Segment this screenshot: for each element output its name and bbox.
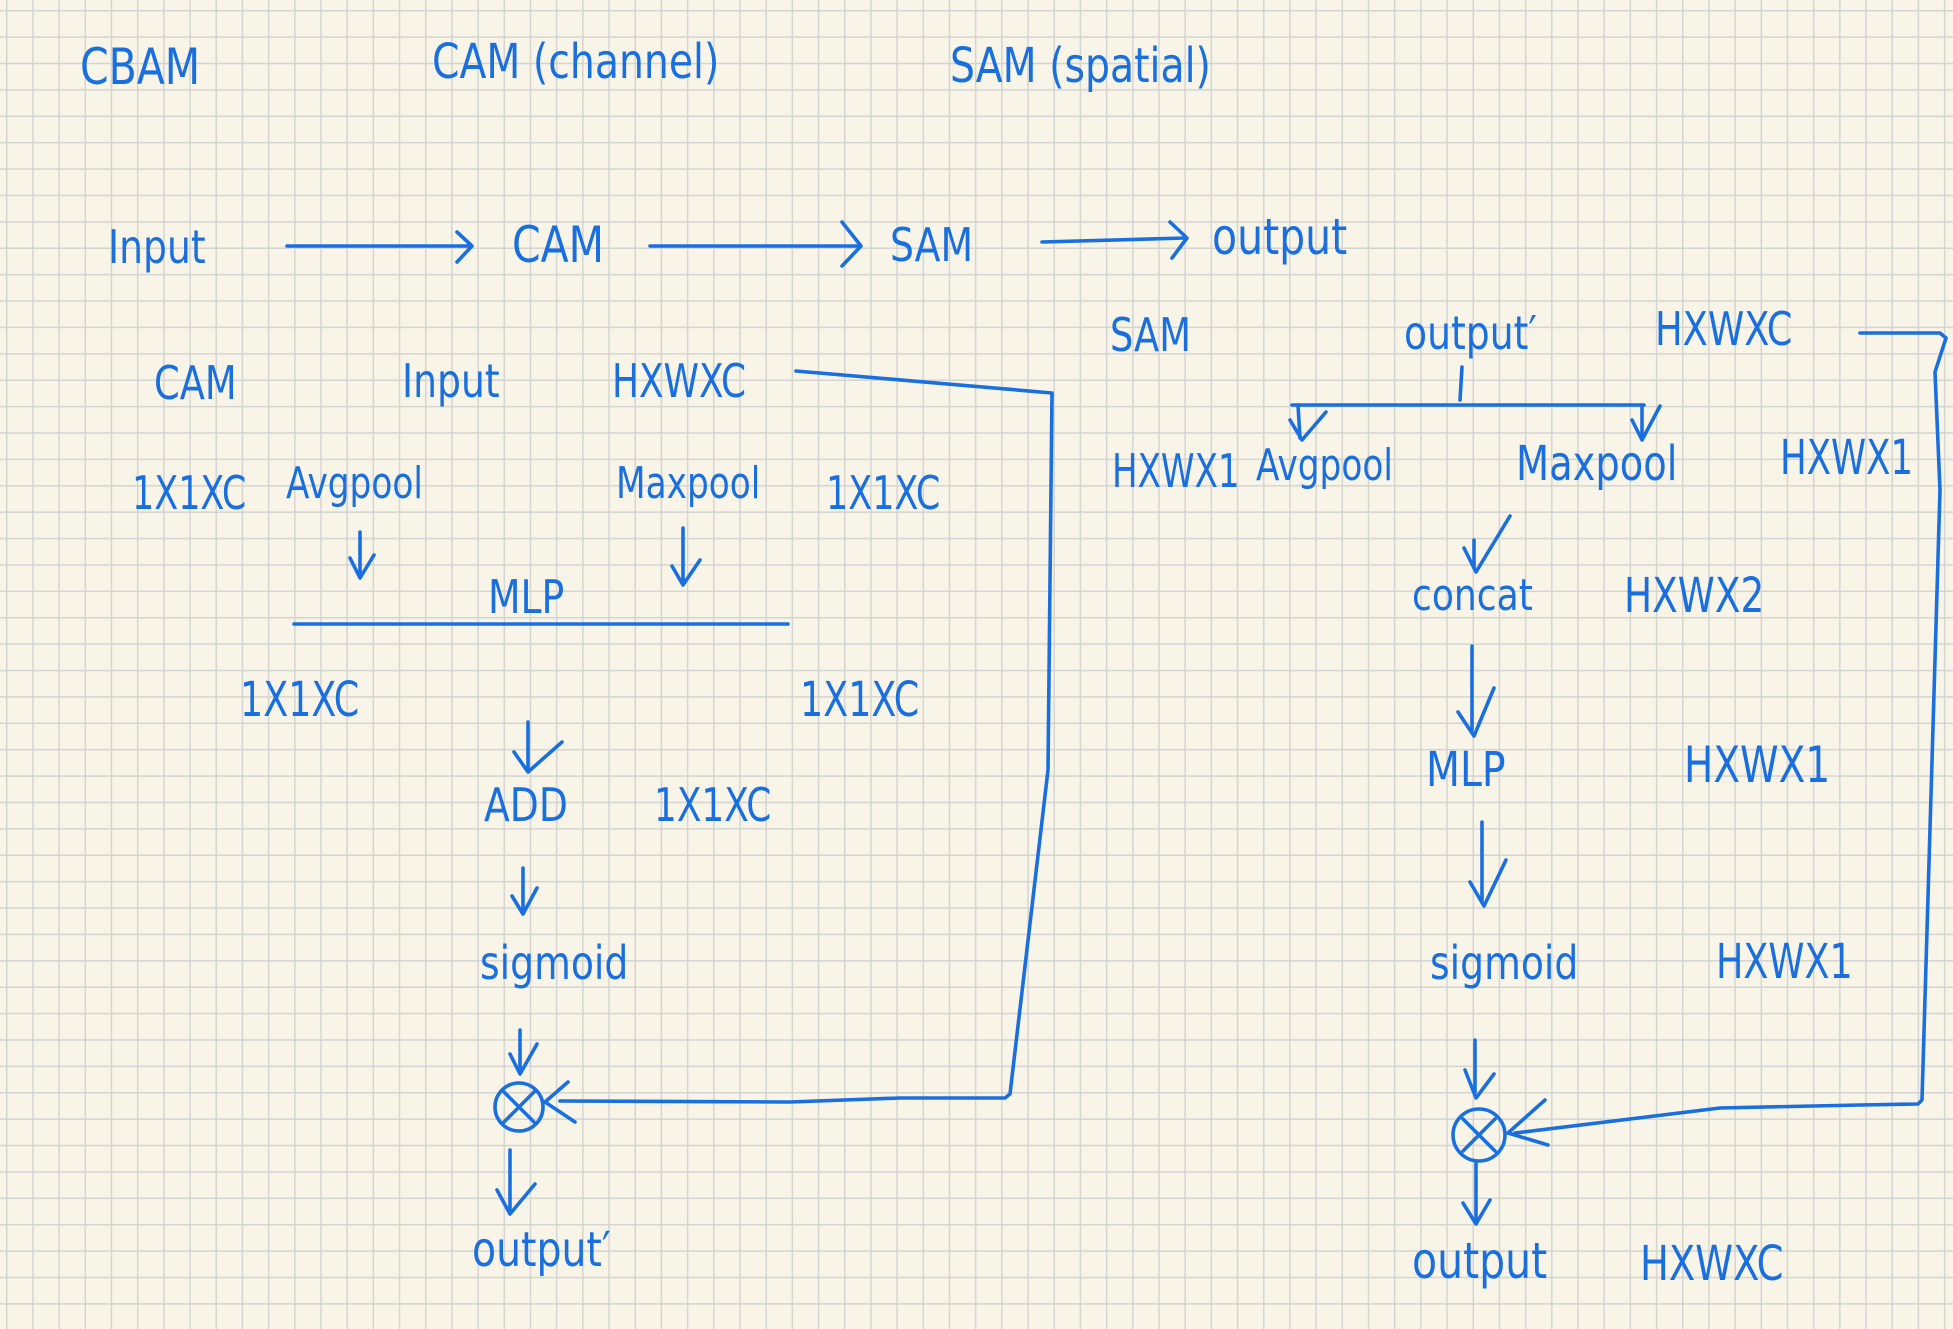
cam-output-label: output′ bbox=[472, 1222, 611, 1278]
cam-arrow-to-sigmoid bbox=[510, 866, 539, 916]
pipeline-cam-label: CAM bbox=[512, 216, 605, 274]
cam-arrow-to-add bbox=[512, 720, 564, 774]
sam-arrow-avgpool bbox=[1288, 403, 1328, 442]
cam-arrow-to-multiply bbox=[508, 1028, 539, 1076]
cam-maxpool-shape: 1X1XC bbox=[826, 466, 941, 520]
sam-output-shape: HXWXC bbox=[1640, 1236, 1784, 1292]
diagram-canvas bbox=[285, 220, 1948, 1226]
pipeline-arrow-cam-sam bbox=[648, 220, 863, 268]
sam-multiply-circle bbox=[1451, 1107, 1507, 1163]
sam-maxpool-shape: HXWX1 bbox=[1780, 430, 1914, 486]
sam-avgpool-label: Avgpool bbox=[1256, 440, 1393, 491]
pipeline-sam-label: SAM bbox=[890, 218, 973, 272]
cam-mlp-out-left-shape: 1X1XC bbox=[240, 672, 360, 728]
cam-mlp-label: MLP bbox=[488, 570, 565, 624]
cam-arrow-maxpool-down bbox=[670, 526, 702, 587]
sam-mlp-label: MLP bbox=[1426, 742, 1506, 798]
pipeline-arrow-input-cam bbox=[285, 230, 474, 264]
sam-maxpool-label: Maxpool bbox=[1516, 436, 1678, 492]
sam-arrow-to-output bbox=[1461, 1161, 1492, 1226]
cam-add-shape: 1X1XC bbox=[654, 778, 772, 832]
cam-multiply-circle bbox=[493, 1081, 545, 1133]
cam-mlp-out-right-shape: 1X1XC bbox=[800, 672, 920, 728]
pipeline-input-label: Input bbox=[108, 220, 206, 274]
cam-block-title: CAM bbox=[154, 356, 237, 410]
sam-output-label: output bbox=[1412, 1232, 1548, 1290]
pipeline-output-label: output bbox=[1212, 208, 1348, 266]
sam-input-label: output′ bbox=[1404, 306, 1537, 360]
cam-maxpool-label: Maxpool bbox=[616, 458, 761, 509]
sam-residual-arrowhead bbox=[1506, 1098, 1550, 1147]
sam-arrow-to-sigmoid bbox=[1468, 820, 1508, 908]
cam-arrow-to-output bbox=[495, 1148, 537, 1216]
cbam-title: CBAM bbox=[80, 38, 201, 96]
sam-avgpool-shape: HXWX1 bbox=[1112, 444, 1240, 498]
sam-arrow-to-concat bbox=[1462, 514, 1512, 574]
cam-avgpool-label: Avgpool bbox=[286, 458, 423, 509]
cam-avgpool-shape: 1X1XC bbox=[132, 466, 247, 520]
pipeline-arrow-sam-output bbox=[1040, 220, 1189, 260]
sam-arrow-to-multiply bbox=[1463, 1038, 1496, 1100]
cam-add-label: ADD bbox=[484, 778, 568, 832]
sam-spatial-label: SAM (spatial) bbox=[950, 38, 1211, 94]
cam-input-label: Input bbox=[402, 354, 500, 408]
cam-arrow-avgpool-down bbox=[348, 530, 376, 580]
sam-concat-label: concat bbox=[1412, 570, 1533, 621]
sam-concat-shape: HXWX2 bbox=[1624, 568, 1765, 624]
cam-input-shape: HXWXC bbox=[612, 354, 747, 408]
sam-mlp-shape: HXWX1 bbox=[1684, 736, 1831, 794]
sam-sigmoid-shape: HXWX1 bbox=[1716, 934, 1853, 990]
cam-sigmoid-label: sigmoid bbox=[480, 936, 629, 990]
sam-input-stem bbox=[1458, 365, 1464, 402]
sam-block-title: SAM bbox=[1110, 308, 1191, 362]
cam-channel-label: CAM (channel) bbox=[432, 34, 720, 90]
sam-input-shape: HXWXC bbox=[1655, 302, 1793, 356]
sam-sigmoid-label: sigmoid bbox=[1430, 936, 1579, 990]
sam-arrow-to-mlp bbox=[1456, 644, 1496, 738]
sam-arrow-maxpool bbox=[1630, 403, 1662, 442]
